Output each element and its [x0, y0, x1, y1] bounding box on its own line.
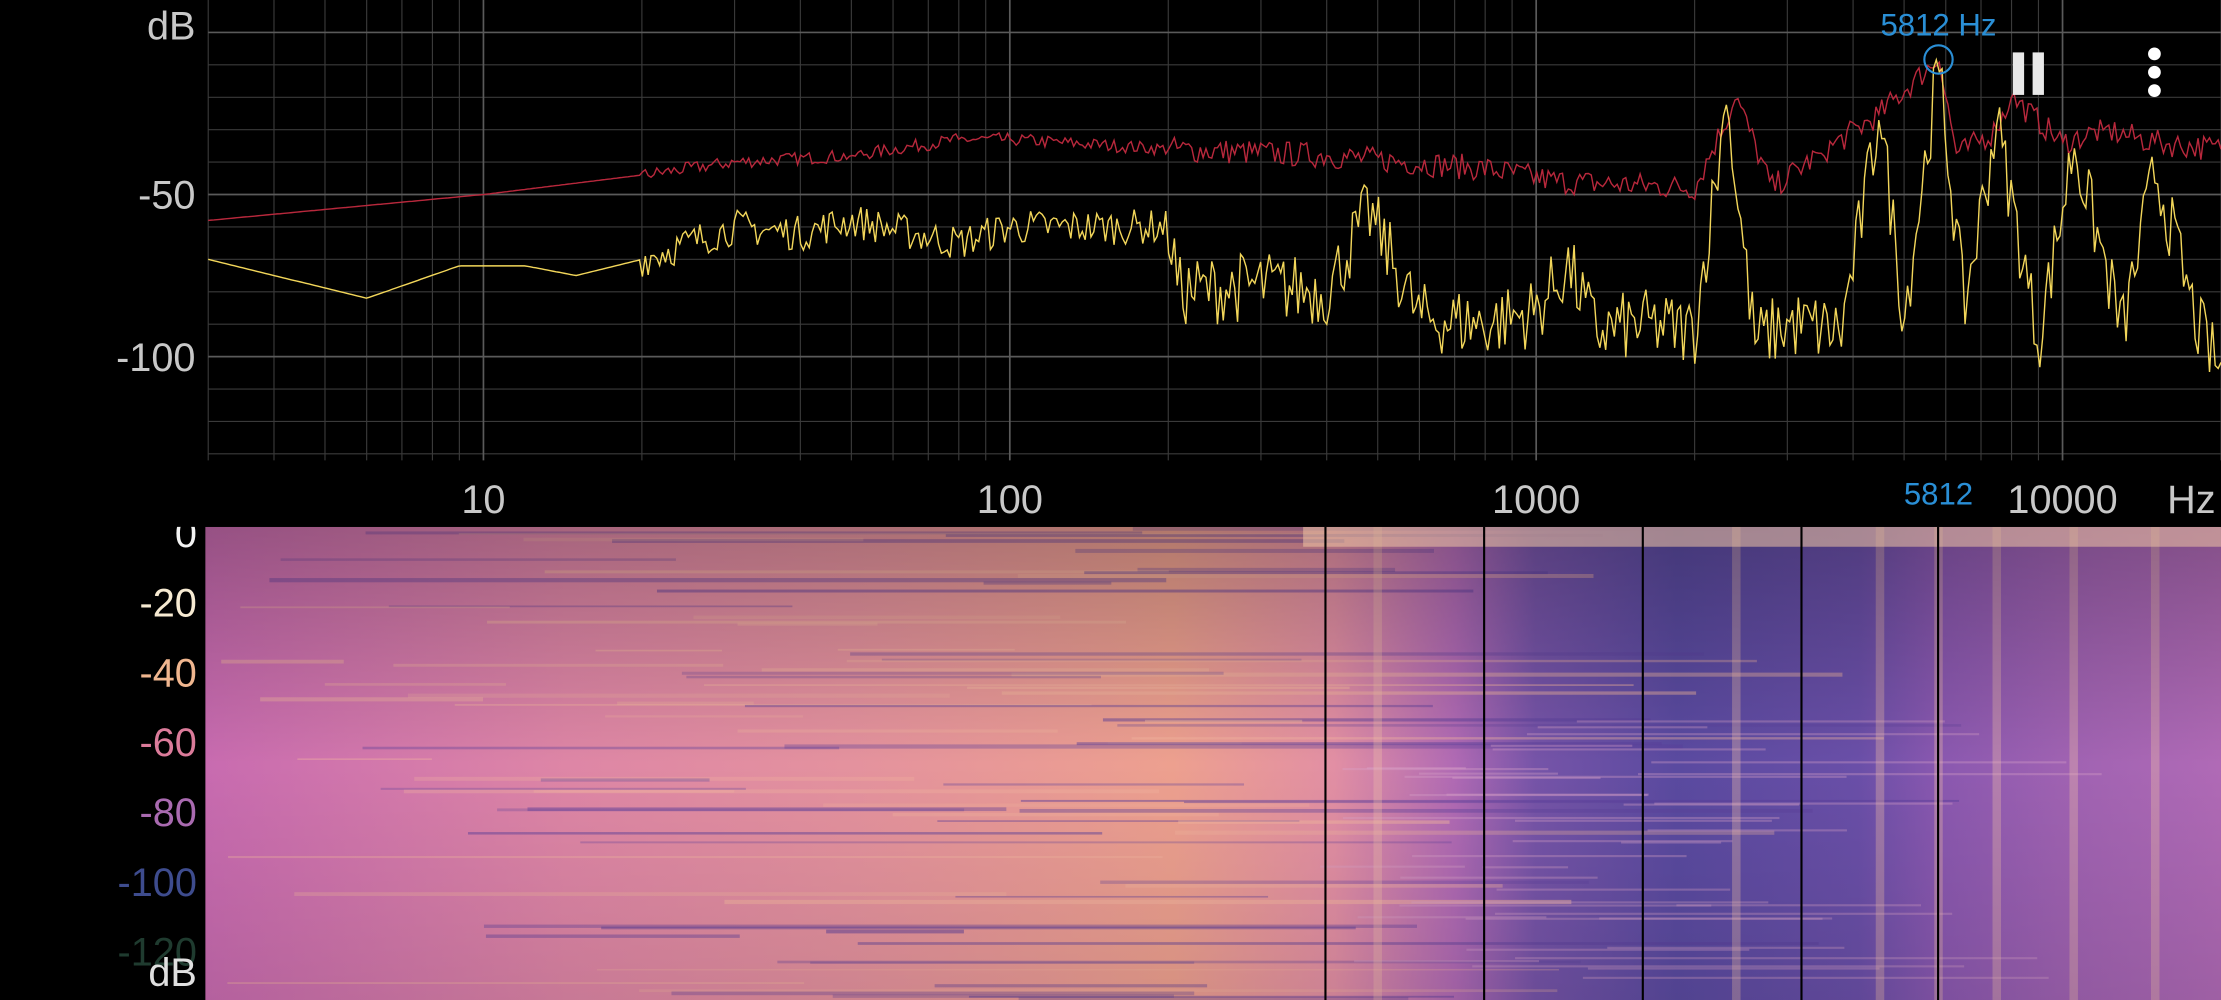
peak-hold-line — [208, 60, 2221, 222]
spectrogram[interactable]: 0-20-40-60-80-100-120 dB — [0, 526, 2221, 1000]
spectrogram-y-label: 0 — [175, 527, 197, 556]
more-vertical-icon — [2148, 47, 2161, 98]
peak-frequency-label: 5812 Hz — [1880, 7, 1996, 42]
x-axis-labels: 10 100 1000 10000 — [461, 478, 2117, 522]
spectrogram-y-label: -40 — [140, 651, 197, 695]
y-unit-label: dB — [147, 5, 196, 49]
pause-button[interactable] — [2003, 48, 2054, 99]
spectrum-chart[interactable]: 10 100 1000 10000 -50 -100 dB Hz 5812 Hz 581… — [0, 0, 2221, 527]
spectrogram-y-label: -100 — [118, 861, 197, 905]
y-tick-label: -100 — [116, 336, 195, 380]
spectrogram-shade — [205, 526, 2221, 1000]
x-tick-label: 1000 — [1492, 478, 1580, 522]
x-tick-label: 100 — [977, 478, 1043, 522]
y-axis-labels: -50 -100 — [116, 174, 195, 380]
more-menu-button[interactable] — [2136, 45, 2173, 102]
spectrogram-y-label: -60 — [140, 721, 197, 765]
spectrogram-y-labels: 0-20-40-60-80-100-120 — [118, 527, 197, 975]
spectrogram-y-label: -80 — [140, 791, 197, 835]
live-spectrum-line — [208, 57, 2221, 373]
x-unit-label: Hz — [2167, 478, 2215, 522]
pause-icon — [2012, 52, 2044, 95]
spectrogram-unit-label: dB — [148, 951, 197, 995]
y-tick-label: -50 — [138, 174, 195, 218]
spectrogram-top-band — [1303, 526, 2221, 547]
peak-axis-label: 5812 — [1904, 476, 1973, 511]
x-tick-label: 10000 — [2007, 478, 2117, 522]
x-tick-label: 10 — [461, 478, 505, 522]
spectrogram-y-label: -20 — [140, 582, 197, 626]
